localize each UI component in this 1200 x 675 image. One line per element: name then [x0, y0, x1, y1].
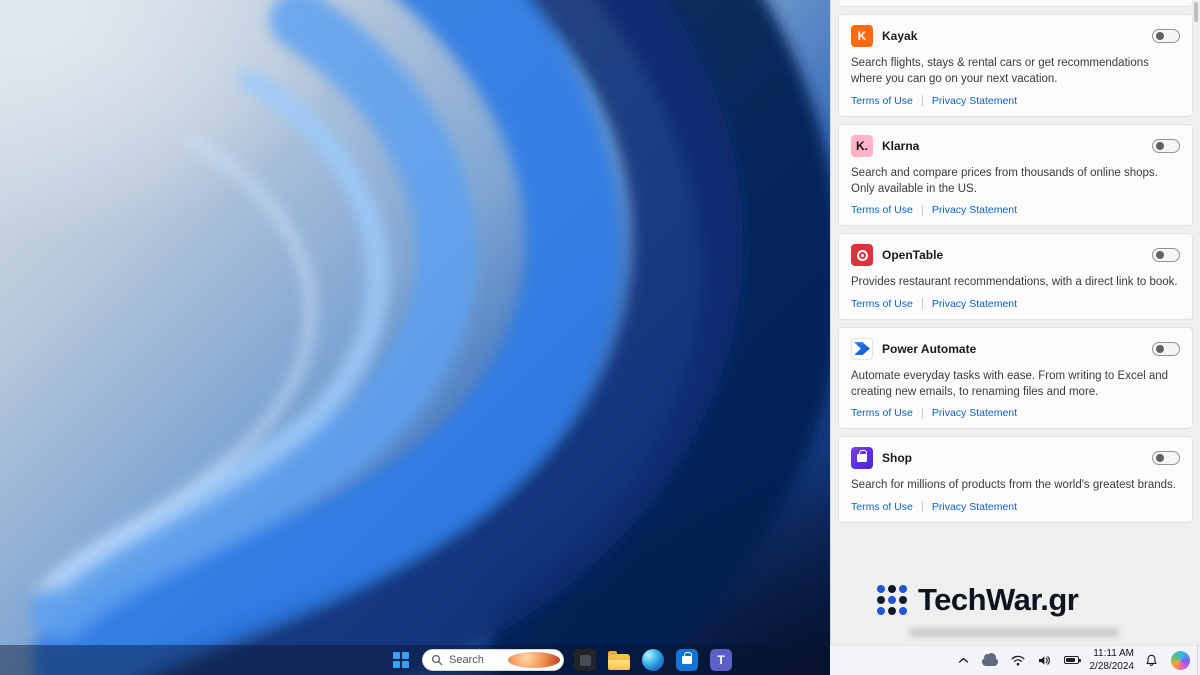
copilot-plugins-panel: K Kayak Search flights, stays & rental c…	[830, 0, 1200, 675]
search-icon	[431, 654, 443, 666]
link-divider	[921, 95, 923, 107]
klarna-toggle[interactable]	[1152, 138, 1180, 153]
windows-logo-icon	[393, 652, 409, 668]
klarna-icon: K.	[851, 134, 873, 157]
shop-toggle[interactable]	[1152, 451, 1180, 466]
bell-icon	[1146, 654, 1157, 666]
plugin-name: Kayak	[882, 29, 918, 43]
toggle-knob	[1156, 251, 1164, 260]
plugin-description: Provides restaurant recommendations, wit…	[851, 276, 1178, 289]
terms-of-use-link[interactable]: Terms of Use	[851, 204, 913, 216]
plugin-description: Search and compare prices from thousands…	[851, 166, 1158, 195]
plugin-name: Klarna	[882, 138, 920, 153]
plugin-description: Search flights, stays & rental cars or g…	[851, 57, 1149, 86]
privacy-statement-link[interactable]: Privacy Statement	[932, 204, 1017, 216]
plugin-card-power-automate: Power Automate Automate everyday tasks w…	[838, 326, 1193, 430]
power-automate-icon	[851, 337, 873, 360]
plugin-card-kayak: K Kayak Search flights, stays & rental c…	[838, 14, 1193, 117]
bloom-art	[30, 0, 830, 675]
shop-icon	[851, 447, 873, 470]
kayak-toggle[interactable]	[1152, 29, 1180, 43]
edge-icon	[642, 649, 664, 671]
plugin-card-opentable: OpenTable Provides restaurant recommenda…	[838, 233, 1193, 320]
start-button[interactable]	[388, 647, 414, 673]
privacy-statement-link[interactable]: Privacy Statement	[932, 95, 1017, 107]
privacy-statement-link[interactable]: Privacy Statement	[932, 298, 1017, 310]
plugin-card-partial	[838, 0, 1193, 7]
store-icon	[676, 649, 698, 671]
terms-of-use-link[interactable]: Terms of Use	[851, 298, 913, 310]
link-divider	[921, 501, 923, 513]
toggle-knob	[1156, 454, 1164, 463]
onedrive-cloud-icon	[981, 652, 998, 666]
volume-button[interactable]	[1036, 648, 1053, 672]
privacy-statement-link[interactable]: Privacy Statement	[932, 501, 1017, 513]
search-highlight-icon	[507, 652, 560, 668]
taskbar: Search T 11:11 AM 2/28/2024	[0, 645, 1200, 675]
tray-clock[interactable]: 11:11 AM 2/28/2024	[1090, 647, 1135, 673]
plugin-description: Search for millions of products from the…	[851, 479, 1176, 492]
techwar-watermark: TechWar.gr	[877, 582, 1079, 618]
folder-icon	[608, 650, 630, 670]
dark-app-icon	[574, 649, 596, 671]
opentable-icon	[851, 244, 873, 267]
plugin-card-klarna: K. Klarna Search and compare prices from…	[838, 123, 1193, 227]
desktop-screen: K Kayak Search flights, stays & rental c…	[0, 0, 1200, 675]
desktop-wallpaper	[0, 0, 830, 675]
link-divider	[921, 298, 923, 310]
techwar-dots-icon	[877, 585, 907, 615]
kayak-icon: K	[851, 25, 873, 47]
toggle-knob	[1156, 141, 1164, 150]
file-explorer-button[interactable]	[606, 647, 632, 673]
opentable-toggle[interactable]	[1152, 248, 1180, 263]
toggle-knob	[1156, 32, 1164, 40]
search-label: Search	[449, 654, 484, 666]
link-divider	[921, 204, 923, 216]
taskbar-center-icons: Search T	[388, 645, 734, 675]
chevron-up-icon	[958, 657, 968, 663]
onedrive-button[interactable]	[980, 648, 1000, 672]
plugin-card-shop: Shop Search for millions of products fro…	[838, 436, 1193, 523]
plugin-name: Power Automate	[882, 341, 977, 356]
techwar-text: TechWar.gr	[918, 582, 1079, 617]
battery-icon	[1063, 656, 1081, 664]
terms-of-use-link[interactable]: Terms of Use	[851, 95, 913, 107]
taskbar-search[interactable]: Search	[422, 649, 564, 671]
teams-button[interactable]: T	[708, 647, 734, 673]
tray-overflow-button[interactable]	[956, 648, 971, 672]
network-button[interactable]	[1009, 648, 1027, 672]
pinned-app-dark[interactable]	[572, 647, 598, 673]
tray-time: 11:11 AM	[1093, 648, 1134, 659]
panel-scrollbar[interactable]	[1194, 2, 1198, 22]
microsoft-store-button[interactable]	[674, 647, 700, 673]
privacy-statement-link[interactable]: Privacy Statement	[932, 407, 1017, 419]
terms-of-use-link[interactable]: Terms of Use	[851, 407, 913, 419]
copilot-icon	[1171, 650, 1190, 670]
plugin-name: OpenTable	[882, 248, 944, 263]
power-automate-toggle[interactable]	[1152, 341, 1180, 356]
wifi-icon	[1011, 655, 1024, 665]
toggle-knob	[1156, 344, 1164, 353]
watermark-blur-text	[909, 628, 1119, 637]
tray-date: 2/28/2024	[1089, 661, 1135, 672]
terms-of-use-link[interactable]: Terms of Use	[851, 501, 913, 513]
copilot-button[interactable]	[1169, 648, 1192, 672]
edge-button[interactable]	[640, 647, 666, 673]
battery-button[interactable]	[1062, 648, 1081, 672]
teams-icon: T	[710, 649, 732, 671]
speaker-icon	[1038, 655, 1050, 665]
plugin-name: Shop	[882, 451, 912, 466]
plugin-description: Automate everyday tasks with ease. From …	[851, 369, 1169, 398]
link-divider	[921, 407, 923, 419]
notifications-button[interactable]	[1143, 648, 1160, 672]
system-tray: 11:11 AM 2/28/2024	[956, 645, 1193, 675]
